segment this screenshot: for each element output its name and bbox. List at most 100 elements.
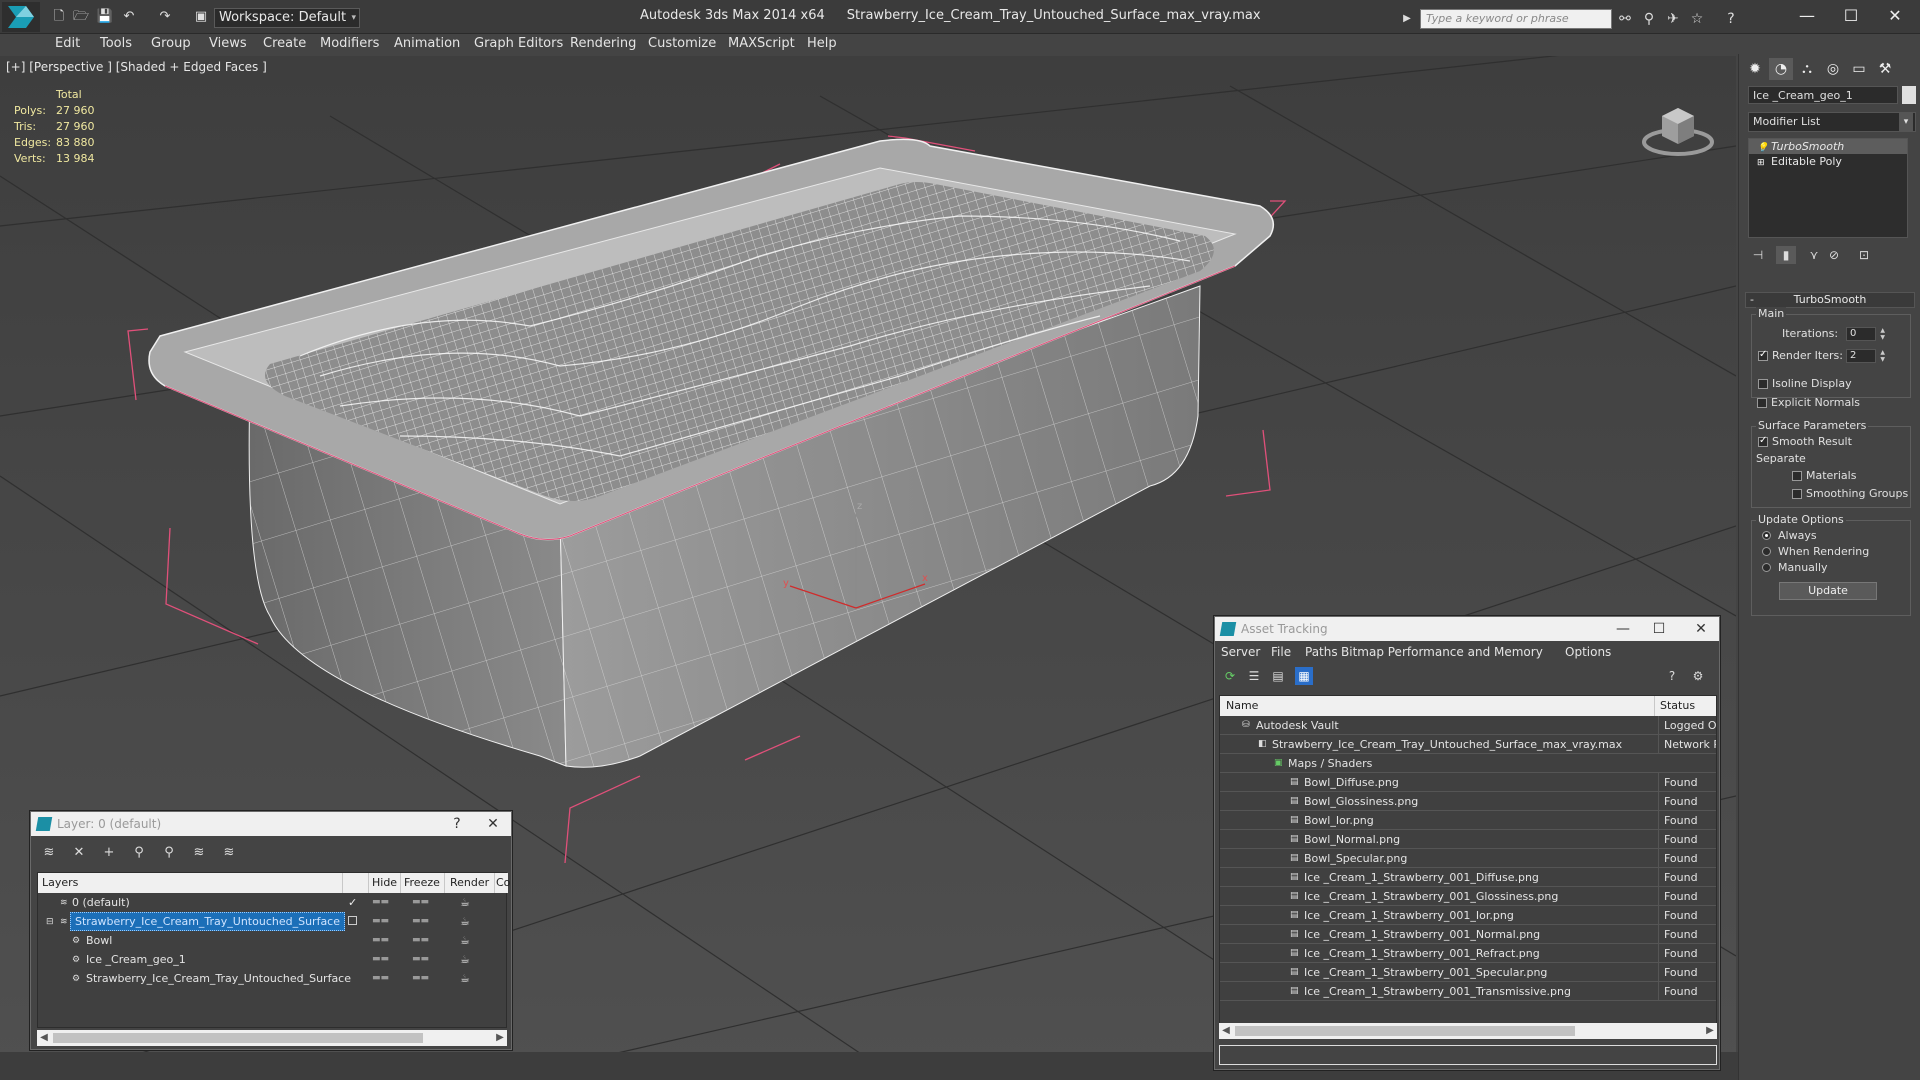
asset-name[interactable]: Ice _Cream_1_Strawberry_001_Transmissive… <box>1304 982 1571 1001</box>
asset-path-field[interactable] <box>1219 1045 1717 1065</box>
horizontal-scrollbar[interactable]: ◀ ▶ <box>1219 1023 1717 1039</box>
asset-row[interactable]: ▤ Bowl_Glossiness.png Found <box>1220 792 1716 811</box>
refresh-icon[interactable]: ⟳ <box>1221 667 1239 685</box>
modifier-list-dropdown[interactable]: Modifier List ▾ <box>1748 112 1916 132</box>
menu-views[interactable]: Views <box>209 36 247 51</box>
hierarchy-tab-icon[interactable]: ⛬ <box>1795 58 1819 80</box>
viewcube-icon[interactable] <box>1638 86 1718 166</box>
asset-row[interactable]: ▤ Bowl_Normal.png Found <box>1220 830 1716 849</box>
freeze-toggle[interactable]: ▬▬ <box>412 912 429 931</box>
asset-row[interactable]: ▣ Maps / Shaders <box>1220 754 1716 773</box>
turbosmooth-rollout-header[interactable]: - TurboSmooth <box>1745 292 1915 308</box>
menu-group[interactable]: Group <box>151 36 191 51</box>
menu-options[interactable]: Options <box>1565 645 1611 659</box>
modifier-stack[interactable]: 💡 TurboSmooth ⊞ Editable Poly <box>1748 138 1908 238</box>
new-file-icon[interactable]: 🗋 <box>50 9 68 25</box>
active-layer-check[interactable]: ✓ <box>348 893 357 912</box>
collapse-icon[interactable]: ⊟ <box>46 917 56 927</box>
show-end-result-icon[interactable]: ▮ <box>1776 246 1796 264</box>
col-hide[interactable]: Hide <box>372 876 397 889</box>
asset-name[interactable]: Maps / Shaders <box>1288 754 1372 773</box>
scroll-right-icon[interactable]: ▶ <box>1703 1023 1717 1039</box>
stack-item-editable-poly[interactable]: ⊞ Editable Poly <box>1749 154 1907 169</box>
redo-icon[interactable]: ↷ <box>156 9 174 25</box>
object-name[interactable]: Ice _Cream_geo_1 <box>86 950 186 969</box>
settings-icon[interactable]: ⚙ <box>1689 667 1707 685</box>
layer-row[interactable]: ⚙ Bowl ▬▬ ▬▬ ☕ <box>38 931 508 950</box>
asset-name[interactable]: Bowl_Diffuse.png <box>1304 773 1399 792</box>
help-icon[interactable]: ? <box>1722 10 1740 28</box>
close-button[interactable]: ✕ <box>1683 617 1719 641</box>
configure-sets-icon[interactable]: ⊡ <box>1854 246 1874 264</box>
help-icon[interactable]: ? <box>1663 667 1681 685</box>
iterations-spinner[interactable]: 0 ▲ ▼ <box>1846 327 1885 341</box>
menu-maxscript[interactable]: MAXScript <box>728 36 795 51</box>
asset-name[interactable]: Bowl_Glossiness.png <box>1304 792 1418 811</box>
communication-icon[interactable]: ✈ <box>1664 10 1682 28</box>
asset-name[interactable]: Bowl_Ior.png <box>1304 811 1374 830</box>
asset-row[interactable]: ▤ Ice _Cream_1_Strawberry_001_Normal.png F… <box>1220 925 1716 944</box>
asset-row[interactable]: ◧ Strawberry_Ice_Cream_Tray_Untouched_Sur… <box>1220 735 1716 754</box>
search-input[interactable]: Type a keyword or phrase <box>1420 9 1612 29</box>
chevron-right-icon[interactable]: ▶ <box>1398 10 1416 28</box>
minimize-button[interactable]: — <box>1605 617 1641 641</box>
maximize-button[interactable]: ☐ <box>1836 4 1866 28</box>
asset-name[interactable]: Ice _Cream_1_Strawberry_001_Refract.png <box>1304 944 1540 963</box>
materials-checkbox[interactable] <box>1792 471 1802 481</box>
close-button[interactable]: ✕ <box>1880 4 1910 28</box>
spinner-arrows-icon[interactable]: ▲ ▼ <box>1880 327 1885 341</box>
freeze-toggle[interactable]: ▬▬ <box>412 950 429 969</box>
create-tab-icon[interactable]: ✹ <box>1743 58 1767 80</box>
col-freeze[interactable]: Freeze <box>404 876 440 889</box>
col-render[interactable]: Render <box>450 876 489 889</box>
hide-all-icon[interactable]: ≋ <box>189 844 209 862</box>
open-file-icon[interactable]: 🗁 <box>72 9 90 25</box>
asset-name[interactable]: Bowl_Normal.png <box>1304 830 1400 849</box>
teapot-render-icon[interactable]: ☕ <box>460 969 470 988</box>
menu-bitmap-performance[interactable]: Bitmap Performance and Memory <box>1341 645 1543 659</box>
col-status[interactable]: Status <box>1660 699 1695 712</box>
smooth-result-checkbox[interactable] <box>1758 435 1768 447</box>
layer-row[interactable]: ⊟ ≋ Strawberry_Ice_Cream_Tray_Untouched_… <box>38 912 508 931</box>
menu-edit[interactable]: Edit <box>55 36 80 51</box>
menu-help[interactable]: Help <box>807 36 837 51</box>
col-layers[interactable]: Layers <box>42 876 78 889</box>
subscription-icon[interactable]: ⚲ <box>1640 10 1658 28</box>
horizontal-scrollbar[interactable]: ◀ ▶ <box>37 1030 507 1046</box>
stack-item-turbosmooth[interactable]: 💡 TurboSmooth <box>1749 139 1907 154</box>
menu-rendering[interactable]: Rendering <box>570 36 636 51</box>
asset-name[interactable]: Ice _Cream_1_Strawberry_001_Specular.png <box>1304 963 1547 982</box>
lightbulb-icon[interactable]: 💡 <box>1757 141 1768 153</box>
menu-modifiers[interactable]: Modifiers <box>320 36 379 51</box>
display-tab-icon[interactable]: ▭ <box>1847 58 1871 80</box>
asset-name[interactable]: Autodesk Vault <box>1256 716 1339 735</box>
teapot-render-icon[interactable]: ☕ <box>460 950 470 969</box>
asset-name[interactable]: Ice _Cream_1_Strawberry_001_Ior.png <box>1304 906 1514 925</box>
modify-tab-icon[interactable]: ◔ <box>1769 58 1793 80</box>
pin-stack-icon[interactable]: ⊣ <box>1748 246 1768 264</box>
menu-customize[interactable]: Customize <box>648 36 716 51</box>
menu-animation[interactable]: Animation <box>394 36 460 51</box>
menu-server[interactable]: Server <box>1221 645 1260 659</box>
utilities-tab-icon[interactable]: ⚒ <box>1873 58 1897 80</box>
update-button[interactable]: Update <box>1779 582 1877 600</box>
isoline-display-checkbox[interactable] <box>1758 379 1768 389</box>
project-folder-icon[interactable]: ▣ <box>192 9 210 25</box>
asset-row[interactable]: ▤ Bowl_Diffuse.png Found <box>1220 773 1716 792</box>
always-radio[interactable] <box>1762 531 1771 540</box>
teapot-render-icon[interactable]: ☕ <box>460 931 470 950</box>
scrollbar-thumb[interactable] <box>1235 1026 1575 1036</box>
highlight-layer-icon[interactable]: ⚲ <box>159 844 179 862</box>
freeze-toggle[interactable]: ▬▬ <box>412 969 429 988</box>
layer-table[interactable]: Layers Hide Freeze Render Co ≋ 0 (defaul… <box>37 872 510 1028</box>
asset-name[interactable]: Ice _Cream_1_Strawberry_001_Diffuse.png <box>1304 868 1539 887</box>
scroll-left-icon[interactable]: ◀ <box>37 1030 51 1046</box>
object-name[interactable]: Strawberry_Ice_Cream_Tray_Untouched_Surf… <box>86 969 351 988</box>
explicit-normals-checkbox[interactable] <box>1757 398 1767 408</box>
render-iters-checkbox[interactable] <box>1758 349 1768 361</box>
create-layer-icon[interactable]: ≋ <box>39 844 59 862</box>
undo-icon[interactable]: ↶ <box>120 9 138 25</box>
freeze-all-icon[interactable]: ≋ <box>219 844 239 862</box>
menu-create[interactable]: Create <box>263 36 306 51</box>
layer-row[interactable]: ≋ 0 (default) ✓ ▬▬ ▬▬ ☕ <box>38 893 508 912</box>
